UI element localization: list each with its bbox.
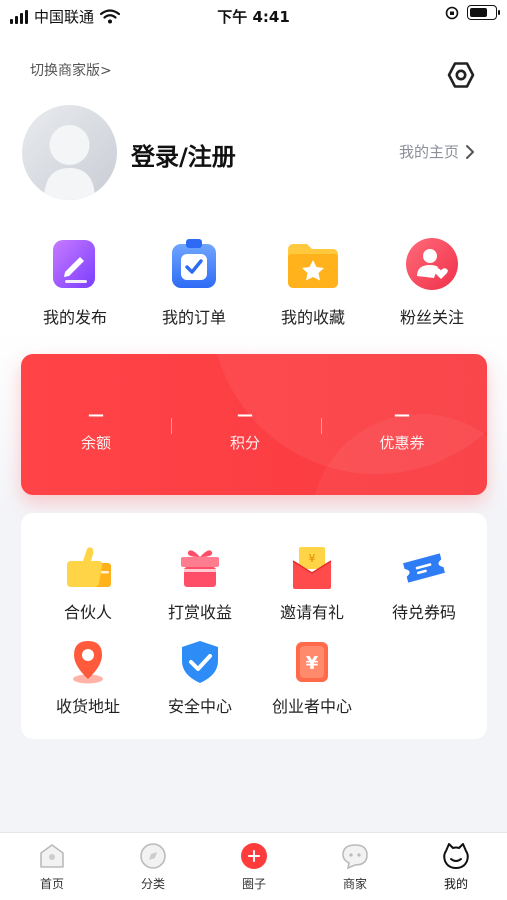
tab-circle[interactable]: 圈子 [204,841,304,892]
wallet-coupons-value: — [394,405,410,424]
money-card-icon: ¥ [296,642,328,682]
service-invite-rewards[interactable]: ¥ 邀请有礼 [257,545,367,623]
service-partner[interactable]: 合伙人 [33,545,143,623]
service-label: 邀请有礼 [279,603,344,622]
wallet-points-label: 积分 [229,434,260,452]
quick-item-my-favorites[interactable]: 我的收藏 [258,232,368,328]
service-label: 打赏收益 [167,603,232,622]
wallet-coupons[interactable]: — 优惠券 [327,405,477,453]
quick-item-label: 我的收藏 [280,308,345,327]
wallet-coupons-label: 优惠券 [379,434,425,452]
ticket-icon [403,553,445,583]
wallet-points[interactable]: — 积分 [170,405,320,453]
tab-label: 我的 [443,877,468,891]
wallet-points-value: — [237,405,253,424]
svg-text:¥: ¥ [309,552,316,565]
status-time: 下午 4:41 [217,8,290,26]
my-homepage-label: 我的主页 [399,143,460,161]
quick-item-label: 粉丝关注 [399,308,464,327]
tab-label: 商家 [342,877,367,891]
user-heart-icon [406,238,458,290]
status-bar: 中国联通 下午 4:41 [0,0,507,32]
quick-actions: 我的发布 我的订单 我的收藏 粉丝关注 [0,232,507,332]
avatar[interactable] [22,105,117,200]
service-label: 合伙人 [63,603,112,622]
gift-icon [181,550,219,587]
chat-bubble-icon [342,844,368,870]
wallet-balance-value: — [88,405,104,424]
my-homepage-link[interactable]: 我的主页 [399,141,475,162]
tab-label: 首页 [39,877,64,891]
folder-star-icon [288,244,338,288]
tab-mine[interactable]: 我的 [406,841,506,892]
service-label: 待兑券码 [391,603,456,622]
tab-home[interactable]: 首页 [2,841,102,892]
plus-circle-icon [241,843,267,869]
orientation-lock-icon [445,6,459,19]
tab-merchant[interactable]: 商家 [305,841,405,892]
service-pending-codes[interactable]: 待兑券码 [369,545,479,623]
wallet-balance[interactable]: — 余额 [21,405,171,453]
service-entrepreneur-center[interactable]: ¥ 创业者中心 [257,639,367,717]
svg-text:¥: ¥ [306,653,319,674]
service-label: 安全中心 [167,697,232,716]
service-tip-earnings[interactable]: 打赏收益 [145,545,255,623]
shield-check-icon [182,641,218,683]
tab-label: 分类 [140,877,165,891]
quick-item-label: 我的发布 [42,308,107,327]
quick-item-label: 我的订单 [161,308,226,327]
home-icon [40,844,64,868]
red-envelope-icon: ¥ [292,547,332,589]
settings-button[interactable] [444,58,478,92]
location-pin-icon [73,641,103,684]
battery-icon [467,5,500,20]
compass-icon [140,843,166,869]
wallet-balance-label: 余额 [80,434,111,452]
service-label: 创业者中心 [271,697,352,716]
switch-merchant-link[interactable]: 切换商家版> [30,60,112,80]
thumbs-up-icon [67,547,111,587]
bottom-tab-bar: 首页 分类 圈子 商家 我的 [0,832,507,900]
divider [321,418,322,434]
services-card: 合伙人 打赏收益 ¥ 邀请有礼 待兑券码 收货地址 安全中心 ¥ 创业者中心 [21,513,487,739]
service-security-center[interactable]: 安全中心 [145,639,255,717]
tab-category[interactable]: 分类 [103,841,203,892]
service-shipping-address[interactable]: 收货地址 [33,639,143,717]
chevron-right-icon [466,144,475,159]
tab-label: 圈子 [241,877,266,891]
settings-hexagon-icon [447,62,475,88]
default-user-icon [44,125,95,200]
edit-document-icon [53,240,95,288]
service-label: 收货地址 [55,697,120,716]
wallet-card: — 余额 — 积分 — 优惠券 [21,354,487,495]
login-register-link[interactable]: 登录/注册 [131,137,236,172]
quick-item-fans-following[interactable]: 粉丝关注 [377,232,487,328]
clipboard-check-icon [172,239,216,288]
quick-item-my-posts[interactable]: 我的发布 [20,232,130,328]
face-icon [443,843,469,869]
quick-item-my-orders[interactable]: 我的订单 [139,232,249,328]
